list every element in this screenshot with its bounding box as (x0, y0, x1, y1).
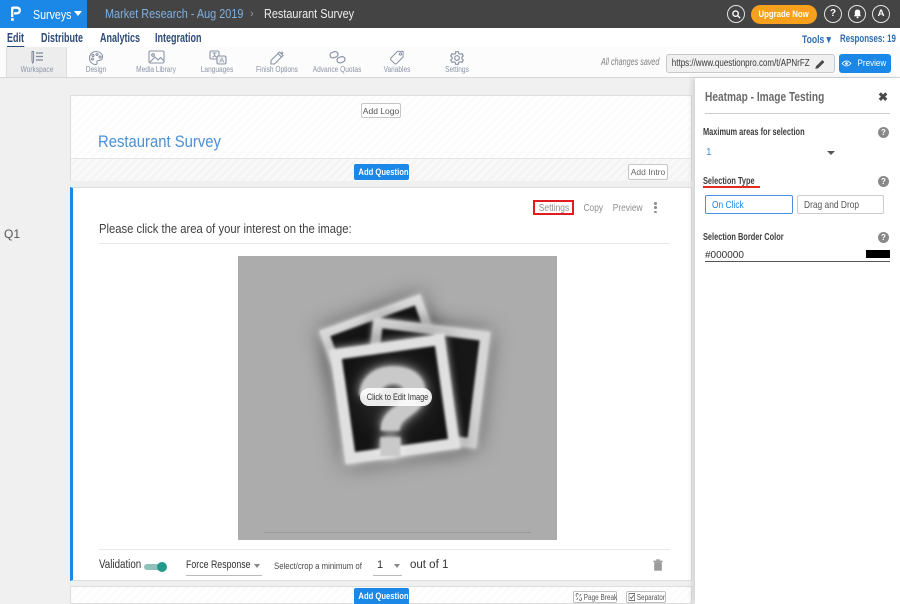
svg-text:A: A (219, 56, 224, 65)
